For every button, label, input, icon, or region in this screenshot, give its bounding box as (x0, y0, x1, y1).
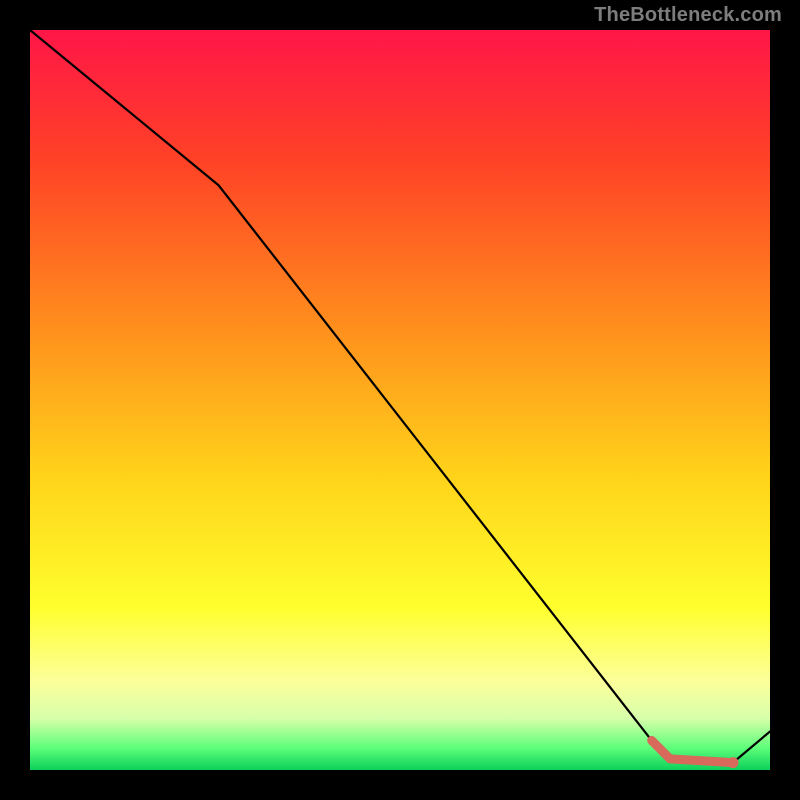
watermark-text: TheBottleneck.com (594, 4, 782, 27)
chart-svg (0, 0, 800, 800)
marker-point (728, 757, 739, 768)
plot-background (30, 30, 770, 770)
chart-stage: TheBottleneck.com (0, 0, 800, 800)
